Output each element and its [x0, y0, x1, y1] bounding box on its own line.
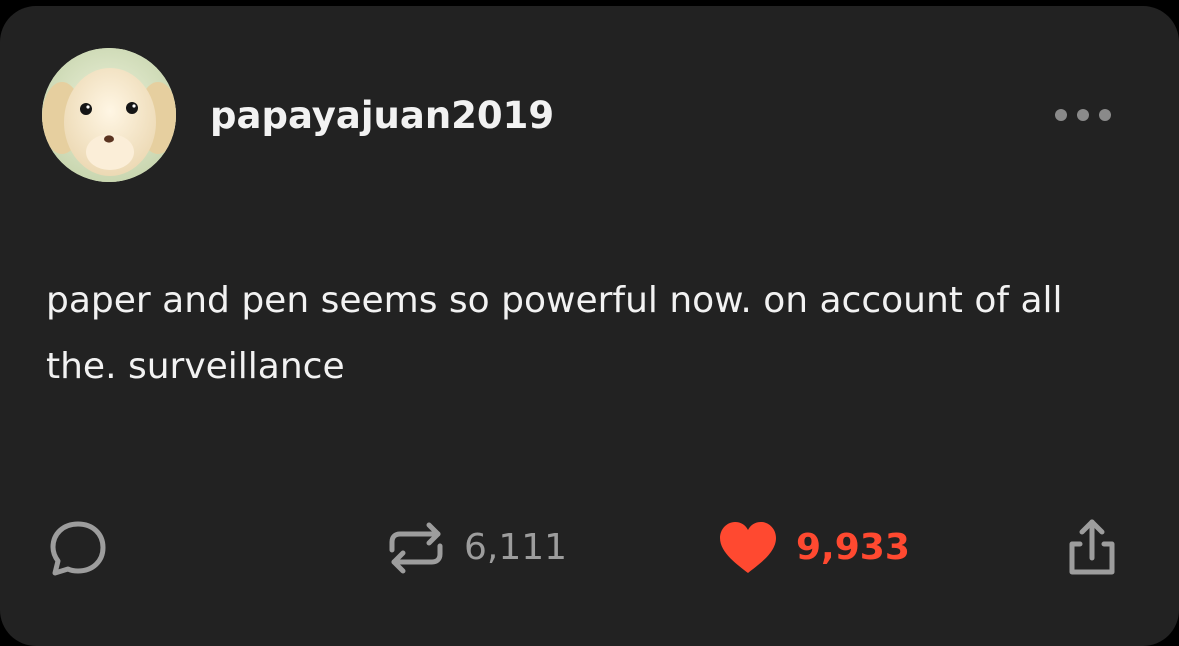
reblog-arrows-icon: [384, 516, 448, 580]
reblog-button[interactable]: 6,111: [384, 516, 567, 580]
share-upload-icon: [1060, 516, 1124, 580]
comment-button[interactable]: [46, 516, 110, 580]
avatar[interactable]: [42, 48, 176, 182]
share-button[interactable]: [1060, 516, 1124, 580]
post-text: paper and pen seems so powerful now. on …: [46, 280, 1063, 387]
heart-icon: [716, 516, 780, 580]
like-count: 9,933: [796, 527, 910, 568]
more-options-button[interactable]: [1048, 98, 1118, 132]
like-button[interactable]: 9,933: [716, 516, 910, 580]
more-dots-icon: [1055, 109, 1111, 121]
speech-bubble-icon: [46, 516, 110, 580]
reblog-count: 6,111: [464, 527, 568, 568]
puppy-avatar-image: [42, 48, 176, 182]
username[interactable]: papayajuan2019: [210, 94, 554, 138]
post-card: papayajuan2019 paper and pen seems so po…: [0, 6, 1179, 646]
